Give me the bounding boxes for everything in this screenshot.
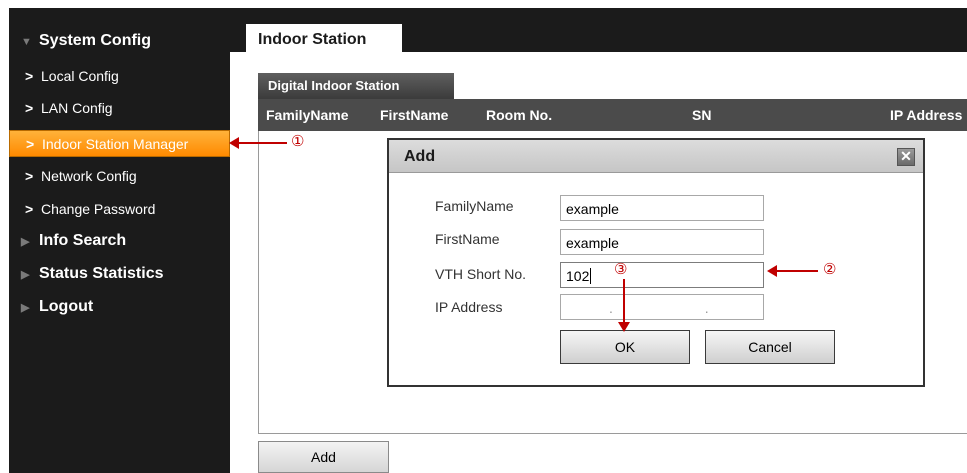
annotation-arrows	[229, 137, 818, 332]
arrow-1-head	[229, 137, 239, 149]
arrow-3-head	[618, 322, 630, 332]
annotation-1: ①	[291, 133, 305, 150]
annotation-3: ③	[614, 261, 628, 278]
arrow-2-head	[767, 265, 777, 277]
annotation-2: ②	[823, 261, 837, 278]
